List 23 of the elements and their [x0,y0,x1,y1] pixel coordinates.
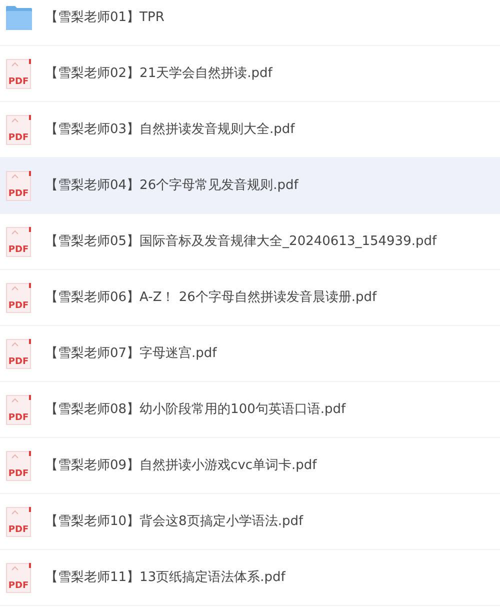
pdf-file-icon: PDF [6,338,32,368]
file-name: 【雪梨老师02】21天学会自然拼读.pdf [45,64,272,83]
folder-icon [5,4,33,30]
file-name: 【雪梨老师06】A-Z！ 26个字母自然拼读发音晨读册.pdf [45,288,377,307]
pdf-file-icon: PDF [6,226,32,256]
file-name: 【雪梨老师04】26个字母常见发音规则.pdf [45,176,298,195]
pdf-file-icon: PDF [6,562,32,592]
file-name: 【雪梨老师05】国际音标及发音规律大全_20240613_154939.pdf [45,232,437,251]
pdf-file-icon: PDF [6,114,32,144]
file-row[interactable]: PDF 【雪梨老师04】26个字母常见发音规则.pdf [0,158,500,214]
file-name: 【雪梨老师07】字母迷宫.pdf [45,344,217,363]
file-name: 【雪梨老师08】幼小阶段常用的100句英语口语.pdf [45,400,346,419]
file-name: 【雪梨老师09】自然拼读小游戏cvc单词卡.pdf [45,456,317,475]
file-name: 【雪梨老师03】自然拼读发音规则大全.pdf [45,120,295,139]
pdf-file-icon: PDF [6,282,32,312]
file-name: 【雪梨老师10】背会这8页搞定小学语法.pdf [45,512,304,531]
pdf-file-icon: PDF [6,450,32,480]
file-name: 【雪梨老师01】TPR [45,8,164,27]
pdf-file-icon: PDF [6,394,32,424]
pdf-file-icon: PDF [6,170,32,200]
pdf-file-icon: PDF [6,506,32,536]
file-name: 【雪梨老师11】13页纸搞定语法体系.pdf [45,568,286,587]
pdf-file-icon: PDF [6,58,32,88]
